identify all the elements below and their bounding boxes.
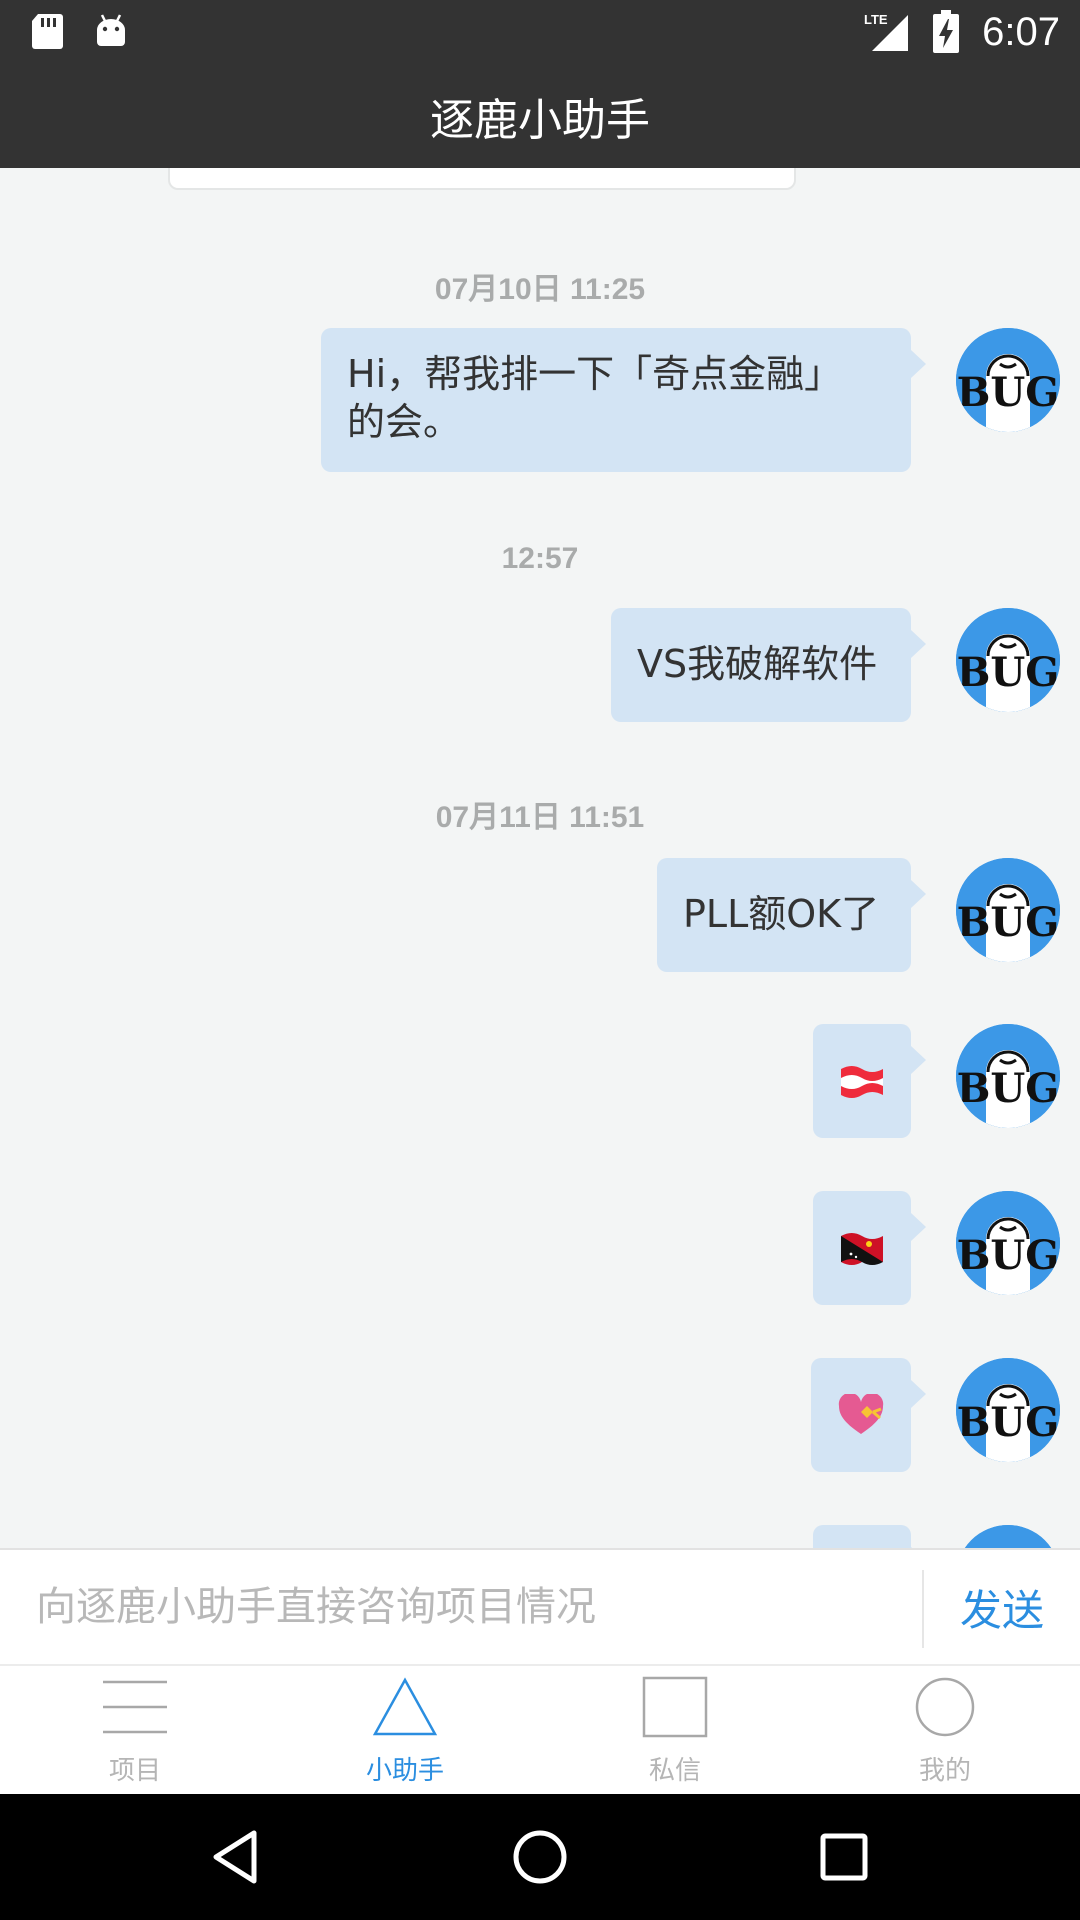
message-text: VS我破解软件 [637,642,878,686]
heart-with-ribbon-emoji [838,1394,884,1434]
message-bubble[interactable]: Hi，帮我排一下「奇点金融」 的会。 [321,328,926,472]
message-bubble[interactable] [813,1024,926,1138]
tab-messages[interactable]: 私信 [540,1666,810,1794]
message-bubble[interactable]: PLL额OK了 [657,858,926,972]
avatar[interactable]: BUG [956,1024,1060,1128]
sd-card-icon [32,14,63,49]
message-bubble[interactable] [813,1525,926,1548]
tab-label: 我的 [918,1756,971,1786]
circle-icon [915,1677,975,1737]
tab-label: 小助手 [365,1756,444,1786]
message-text: Hi，帮我排一下「奇点金融」 [347,352,843,396]
lte-signal-icon: LTE [864,12,909,51]
home-button[interactable] [510,1827,570,1887]
clock: 6:07 [982,9,1060,54]
timestamp: 07月10日 11:25 [434,273,646,306]
svg-text:BUG: BUG [957,1232,1060,1279]
austria-flag-emoji [841,1066,883,1098]
svg-text:BUG: BUG [957,899,1060,946]
bottom-tab-bar: 项目 小助手 私信 我的 [0,1664,1080,1794]
avatar[interactable]: BUG [956,1191,1060,1295]
svg-text:BUG: BUG [957,369,1060,416]
send-button[interactable]: 发送 [924,1550,1080,1664]
avatar[interactable]: BUG [956,608,1060,712]
papua-new-guinea-flag-emoji [841,1233,883,1265]
recents-button[interactable] [814,1827,874,1887]
previous-message-card [168,168,796,190]
status-bar: LTE 6:07 [0,0,1080,64]
home-icon [513,1830,567,1884]
tab-projects[interactable]: 项目 [0,1666,270,1794]
svg-text:BUG: BUG [957,649,1060,696]
bug-avatar-icon: BUG [956,328,1060,432]
message-bubble[interactable]: VS我破解软件 [611,608,926,722]
message-input[interactable] [36,1574,906,1640]
composer-bar: 发送 [0,1548,1080,1664]
bug-avatar-icon: BUG [956,1358,1060,1462]
recents-icon [820,1833,868,1881]
bug-avatar-icon [956,1525,1060,1548]
battery-charging-icon [933,10,960,53]
back-button[interactable] [206,1827,266,1887]
avatar[interactable]: BUG [956,328,1060,432]
tab-label: 项目 [108,1756,161,1786]
avatar[interactable] [956,1525,1060,1548]
timestamp: 12:57 [501,542,579,575]
tab-assistant[interactable]: 小助手 [270,1666,540,1794]
android-icon [97,14,125,46]
bug-avatar-icon: BUG [956,858,1060,962]
app-bar: 逐鹿小助手 [0,64,1080,168]
svg-text:LTE: LTE [864,12,888,27]
bug-avatar-icon: BUG [956,1191,1060,1295]
message-bubble[interactable] [811,1358,926,1472]
back-icon [213,1830,257,1884]
tab-profile[interactable]: 我的 [810,1666,1080,1794]
avatar[interactable]: BUG [956,858,1060,962]
menu-lines-icon [103,1680,167,1734]
svg-text:BUG: BUG [957,1399,1060,1446]
message-bubble[interactable] [813,1191,926,1305]
chat-list[interactable]: 07月10日 11:25 Hi，帮我排一下「奇点金融」 的会。 BUG 12:5… [0,168,1080,1548]
page-title: 逐鹿小助手 [430,95,650,146]
bug-avatar-icon: BUG [956,608,1060,712]
tab-label: 私信 [648,1756,701,1786]
system-nav-bar [0,1794,1080,1920]
avatar[interactable]: BUG [956,1358,1060,1462]
timestamp: 07月11日 11:51 [435,801,645,834]
square-icon [642,1676,708,1738]
message-text: 的会。 [347,400,462,444]
message-text: PLL额OK了 [683,892,880,936]
bug-avatar-icon: BUG [956,1024,1060,1128]
triangle-icon [372,1677,438,1736]
svg-text:BUG: BUG [957,1065,1060,1112]
